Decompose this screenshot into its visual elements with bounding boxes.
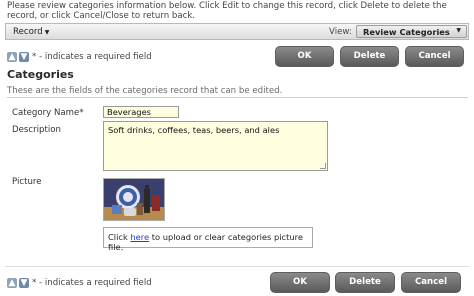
top-nav-row: ▲ ▼ * - indicates a required field [7,52,152,64]
upload-instructions: Click here to upload or clear categories… [103,227,313,252]
cancel-button[interactable]: Cancel [401,272,461,293]
bottom-divider [5,266,469,267]
category-name-label: Category Name* [12,108,84,118]
delete-button[interactable]: Delete [340,46,399,67]
bottom-nav-row: ▲ ▼ * - indicates a required field [7,278,152,290]
category-picture [103,178,165,221]
up-arrow-icon[interactable]: ▲ [7,278,17,288]
section-description: These are the fields of the categories r… [7,86,283,96]
required-field-note: * - indicates a required field [32,278,152,288]
view-select[interactable]: Review Categories ▼ [356,25,467,38]
section-divider [7,97,468,98]
required-field-note: * - indicates a required field [32,52,152,62]
chevron-down-icon: ▼ [456,27,461,34]
view-select-value: Review Categories [363,27,450,37]
down-arrow-icon[interactable]: ▼ [19,52,29,62]
resize-grip-icon[interactable] [320,163,326,169]
down-arrow-icon[interactable]: ▼ [19,278,29,288]
description-value: Soft drinks, coffees, teas, beers, and a… [108,125,280,135]
cancel-button[interactable]: Cancel [405,46,464,67]
record-menu[interactable]: Record ▼ [13,27,49,37]
description-label: Description [12,125,61,135]
upload-prefix: Click [108,232,131,242]
page-instructions: Please review categories information bel… [7,1,447,21]
up-arrow-icon[interactable]: ▲ [7,52,17,62]
picture-label: Picture [12,177,42,187]
chevron-down-icon: ▼ [44,29,50,36]
upload-link[interactable]: here [130,232,149,242]
delete-button[interactable]: Delete [335,272,395,293]
beverages-picture-image [104,179,164,220]
required-marker: * [79,108,84,118]
description-textarea[interactable]: Soft drinks, coffees, teas, beers, and a… [103,121,328,171]
record-toolbar: Record ▼ View: Review Categories ▼ [5,23,469,40]
category-name-label-text: Category Name [12,108,80,118]
ok-button[interactable]: OK [275,46,334,67]
ok-button[interactable]: OK [270,272,330,293]
record-menu-label: Record [13,27,43,37]
category-name-input[interactable]: Beverages [103,106,179,118]
view-label: View: [329,27,352,37]
section-title: Categories [7,68,74,81]
